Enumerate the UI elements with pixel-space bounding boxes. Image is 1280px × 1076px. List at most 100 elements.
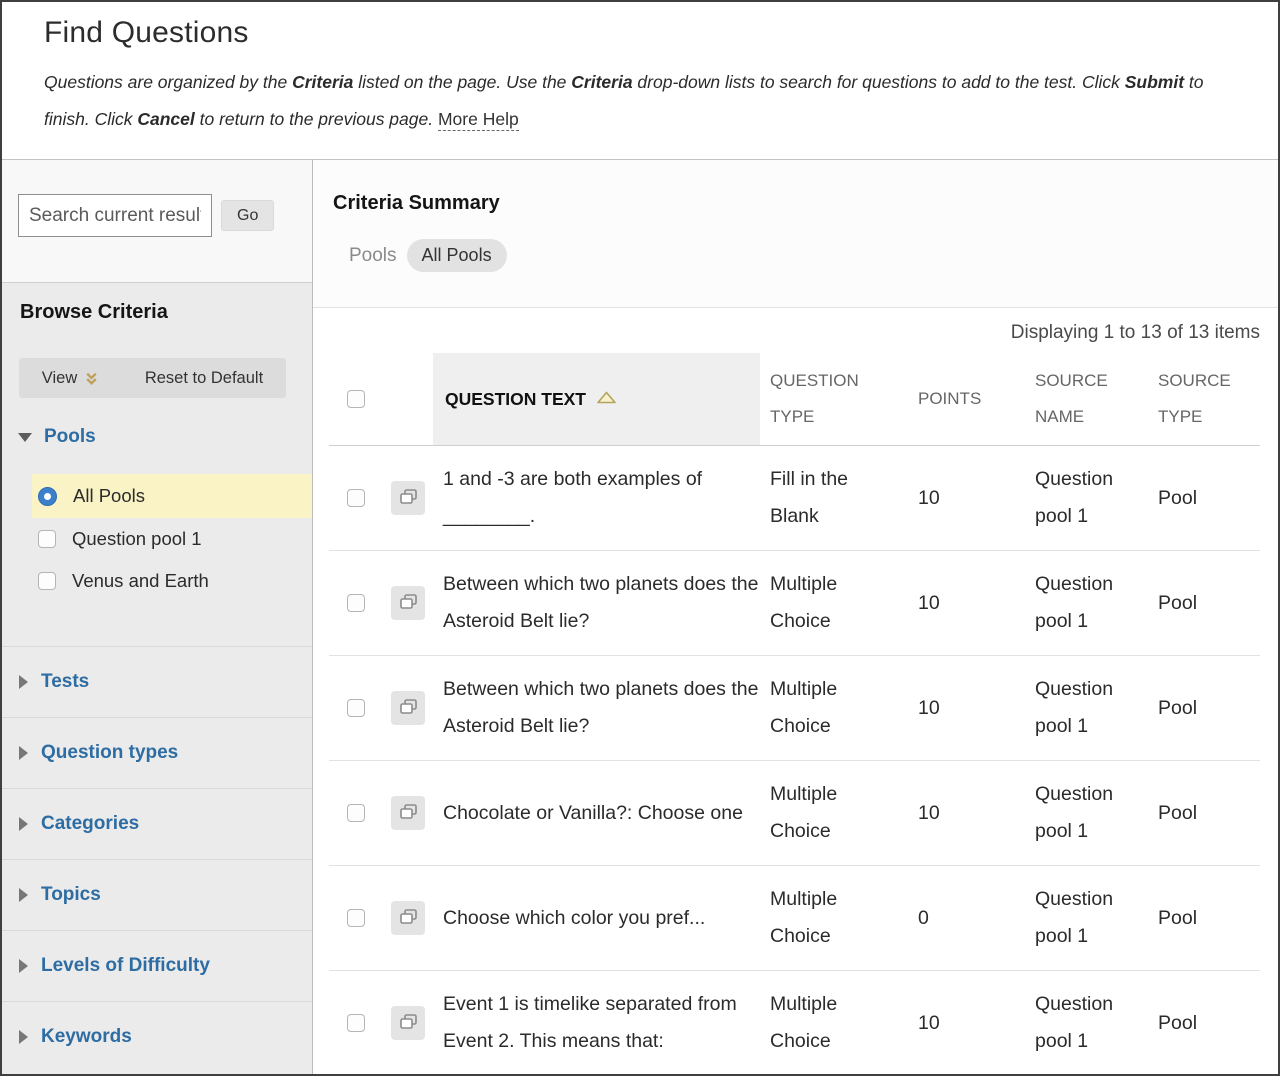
question-type-cell: Multiple Choice xyxy=(760,881,908,955)
page-title: Find Questions xyxy=(44,16,1236,50)
question-text-cell: Choose which color you pref... xyxy=(433,900,760,937)
instruction-segment: Criteria xyxy=(571,72,632,92)
points-cell: 10 xyxy=(908,795,1025,832)
source-name-cell: Question pool 1 xyxy=(1025,566,1148,640)
table-row: Chocolate or Vanilla?: Choose oneMultipl… xyxy=(329,761,1260,866)
checkbox[interactable] xyxy=(38,572,56,590)
instruction-segment: Criteria xyxy=(292,72,353,92)
sidebar-section-pools[interactable]: Pools xyxy=(18,426,312,448)
row-checkbox-cell xyxy=(329,909,383,927)
column-header-question-text[interactable]: QUESTION TEXT xyxy=(433,353,760,445)
double-chevron-down-icon xyxy=(84,371,99,386)
find-questions-page: Find Questions Questions are organized b… xyxy=(0,0,1280,1076)
sidebar-section-categories[interactable]: Categories xyxy=(2,788,312,859)
section-label: Topics xyxy=(41,884,101,906)
table-row: Choose which color you pref...Multiple C… xyxy=(329,866,1260,971)
column-header-question-type[interactable]: QUESTION TYPE xyxy=(760,353,908,445)
instruction-text: Questions are organized by the Criteria … xyxy=(44,72,1204,129)
row-checkbox[interactable] xyxy=(347,804,365,822)
table-body: 1 and -3 are both examples of ________.F… xyxy=(329,446,1260,1076)
instruction-segment: Submit xyxy=(1125,72,1184,92)
question-text-cell: Between which two planets does the Aster… xyxy=(433,671,760,745)
copy-preview-icon xyxy=(399,698,418,718)
row-checkbox[interactable] xyxy=(347,699,365,717)
criteria-summary-label: Pools xyxy=(349,245,397,267)
row-checkbox[interactable] xyxy=(347,909,365,927)
criteria-sidebar: Go Browse Criteria View Reset to Default… xyxy=(2,160,313,1074)
row-checkbox-cell xyxy=(329,699,383,717)
view-button[interactable]: View xyxy=(19,358,122,398)
section-label: Categories xyxy=(41,813,139,835)
row-checkbox-cell xyxy=(329,489,383,507)
copy-preview-icon xyxy=(399,488,418,508)
row-icon-cell xyxy=(383,901,433,935)
more-help-link[interactable]: More Help xyxy=(438,109,519,131)
pool-option-question-pool-1[interactable]: Question pool 1 xyxy=(32,518,312,560)
select-all-checkbox[interactable] xyxy=(347,390,365,408)
sidebar-section-keywords[interactable]: Keywords xyxy=(2,1001,312,1072)
table-row: Between which two planets does the Aster… xyxy=(329,551,1260,656)
instruction-segment: listed on the page. Use the xyxy=(353,72,571,92)
radio-button[interactable] xyxy=(38,487,57,506)
checkbox[interactable] xyxy=(38,530,56,548)
collapsed-criteria-sections: TestsQuestion types Categories Topics Level… xyxy=(2,646,312,1072)
copy-preview-icon xyxy=(399,908,418,928)
source-name-cell: Question pool 1 xyxy=(1025,776,1148,850)
question-preview-button[interactable] xyxy=(391,796,425,830)
source-type-cell: Pool xyxy=(1148,795,1260,832)
triangle-right-icon xyxy=(19,675,28,689)
criteria-summary-title: Criteria Summary xyxy=(333,192,1278,215)
criteria-summary-panel: Criteria Summary Pools All Pools xyxy=(313,160,1278,308)
column-header-source-type[interactable]: SOURCE TYPE xyxy=(1148,353,1271,445)
table-row: Event 1 is timelike separated from Event… xyxy=(329,971,1260,1076)
source-type-cell: Pool xyxy=(1148,1005,1260,1042)
row-checkbox[interactable] xyxy=(347,489,365,507)
source-type-cell: Pool xyxy=(1148,585,1260,622)
source-type-cell: Pool xyxy=(1148,690,1260,727)
row-checkbox[interactable] xyxy=(347,1014,365,1032)
instruction-segment: drop-down lists to search for questions … xyxy=(633,72,1125,92)
row-icon-cell xyxy=(383,481,433,515)
source-name-cell: Question pool 1 xyxy=(1025,986,1148,1060)
question-text-cell: Between which two planets does the Aster… xyxy=(433,566,760,640)
question-text-cell: Event 1 is timelike separated from Event… xyxy=(433,986,760,1060)
column-header-points[interactable]: POINTS xyxy=(908,353,1025,445)
sidebar-section-levels-of-difficulty[interactable]: Levels of Difficulty xyxy=(2,930,312,1001)
sidebar-section-question-types[interactable]: Question types xyxy=(2,717,312,788)
question-preview-button[interactable] xyxy=(391,481,425,515)
instruction-segment: Questions are organized by the xyxy=(44,72,292,92)
pools-section-label: Pools xyxy=(44,426,96,448)
sidebar-section-topics[interactable]: Topics xyxy=(2,859,312,930)
pool-option-venus-and-earth[interactable]: Venus and Earth xyxy=(32,560,312,602)
column-header-source-name[interactable]: SOURCE NAME xyxy=(1025,353,1148,445)
reset-to-default-button[interactable]: Reset to Default xyxy=(122,358,286,398)
question-text-header-label: QUESTION TEXT xyxy=(445,381,586,417)
row-checkbox-cell xyxy=(329,804,383,822)
section-label: Levels of Difficulty xyxy=(41,955,210,977)
row-checkbox[interactable] xyxy=(347,594,365,612)
pool-option-all-pools[interactable]: All Pools xyxy=(32,474,312,518)
question-preview-button[interactable] xyxy=(391,1006,425,1040)
triangle-right-icon xyxy=(19,888,28,902)
pool-option-label: Venus and Earth xyxy=(72,570,209,592)
question-preview-button[interactable] xyxy=(391,691,425,725)
go-button[interactable]: Go xyxy=(221,200,274,231)
triangle-right-icon xyxy=(19,1030,28,1044)
criteria-chip: All Pools xyxy=(407,239,507,272)
question-preview-button[interactable] xyxy=(391,586,425,620)
question-preview-button[interactable] xyxy=(391,901,425,935)
page-instructions: Questions are organized by the Criteria … xyxy=(44,64,1236,138)
copy-preview-icon xyxy=(399,803,418,823)
criteria-button-bar: View Reset to Default xyxy=(19,358,286,398)
row-icon-cell xyxy=(383,1006,433,1040)
question-text-cell: 1 and -3 are both examples of ________. xyxy=(433,461,760,535)
instruction-segment: Cancel xyxy=(137,109,194,129)
search-input[interactable] xyxy=(18,194,212,237)
page-header: Find Questions Questions are organized b… xyxy=(2,2,1278,160)
view-button-label: View xyxy=(42,369,77,388)
table-row: Between which two planets does the Aster… xyxy=(329,656,1260,761)
points-cell: 10 xyxy=(908,690,1025,727)
points-cell: 10 xyxy=(908,480,1025,517)
sidebar-section-tests[interactable]: Tests xyxy=(2,646,312,717)
instruction-segment: to return to the previous page. xyxy=(195,109,438,129)
